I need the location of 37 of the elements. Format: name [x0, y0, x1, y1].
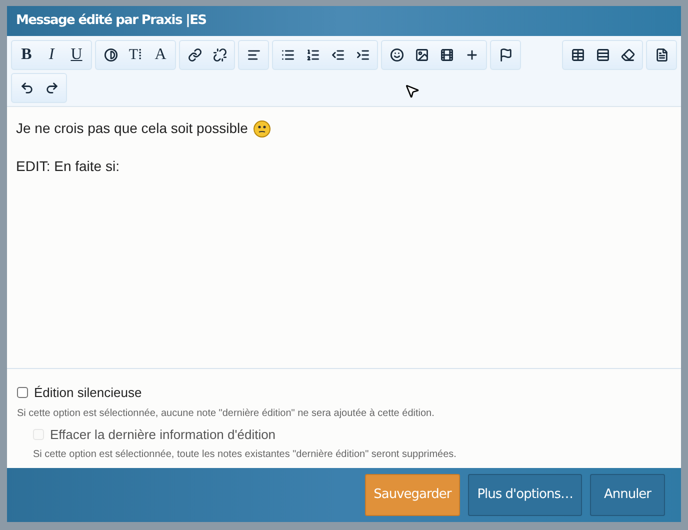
underline-button[interactable]: U [64, 43, 89, 67]
dialog-title: Message édité par Praxis |ES [16, 12, 206, 30]
message-text: EDIT: En faite si: [16, 157, 120, 176]
eraser-icon [620, 48, 634, 62]
flag-icon [498, 48, 512, 62]
undo-icon [20, 81, 34, 95]
unlink-icon [212, 48, 226, 62]
option-label: Édition silencieuse [34, 384, 142, 402]
film-icon [440, 48, 454, 62]
outdent-icon [330, 48, 344, 62]
option-checkbox[interactable] [17, 387, 28, 398]
option-hint: Si cette option est sélectionnée, aucune note "dernière édition" ne sera ajoutée à cette édition. [17, 406, 436, 420]
plus-icon [464, 48, 478, 62]
italic-button[interactable]: I [39, 43, 64, 67]
option-hint: Si cette option est sélectionnée, toute les notes existantes "dernière édition" seront supprimées. [33, 448, 458, 462]
contrast-icon [104, 48, 118, 62]
bullet-list-icon [280, 48, 294, 62]
bold-button[interactable]: B [14, 43, 39, 67]
rows-icon [596, 48, 610, 62]
indent-icon [356, 48, 370, 62]
cursor-icon [404, 83, 420, 99]
numbered-list-icon [306, 48, 320, 62]
text-color-button[interactable]: A [148, 43, 173, 67]
align-left-icon [246, 48, 260, 62]
dialog-button[interactable]: Plus d'options… [468, 474, 582, 516]
thinking-smiley-icon [252, 120, 271, 138]
document-icon [654, 48, 668, 62]
editor-area[interactable]: Je ne crois pas que cela soit possible EDIT: En faite si: [7, 107, 681, 369]
link-icon [188, 48, 202, 62]
table-icon [570, 48, 584, 62]
smiley-icon [390, 48, 404, 62]
dialog-button[interactable]: Annuler [590, 474, 665, 516]
font-size-button[interactable]: T⁞ [123, 43, 148, 67]
message-text: Je ne crois pas que cela soit possible [16, 119, 248, 138]
option-label: Effacer la dernière information d'édition [50, 426, 276, 444]
image-icon [414, 48, 428, 62]
redo-icon [44, 81, 58, 95]
